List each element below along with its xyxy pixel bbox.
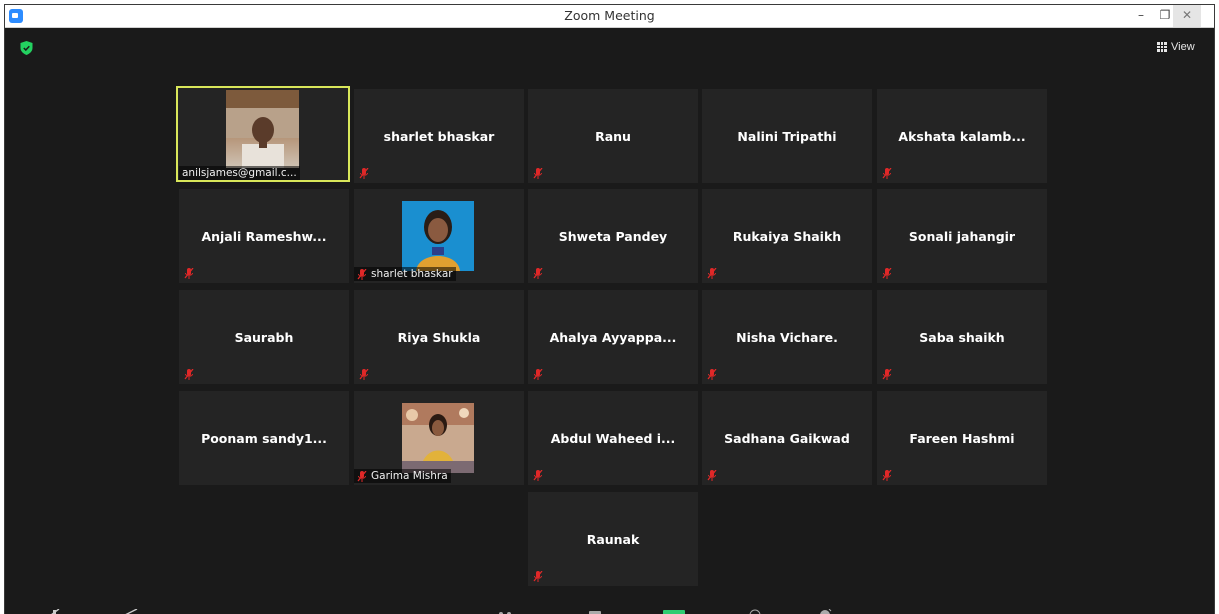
muted-mic-icon xyxy=(882,168,892,179)
record-toolbar-icon[interactable] xyxy=(747,609,763,614)
video-toolbar-icon[interactable] xyxy=(123,609,139,614)
muted-mic-icon xyxy=(357,268,367,280)
participant-name: Rukaiya Shaikh xyxy=(732,229,842,244)
caption-text: anilsjames@gmail.c... xyxy=(182,167,297,179)
reactions-toolbar-icon[interactable] xyxy=(817,609,833,614)
participant-caption: anilsjames@gmail.c... xyxy=(179,166,300,180)
participant-tile[interactable]: Saurabh xyxy=(179,290,349,384)
participant-name: Raunak xyxy=(586,532,640,547)
participant-name: Saurabh xyxy=(234,330,294,345)
participant-video xyxy=(402,403,474,473)
participant-name: Abdul Waheed i... xyxy=(550,431,676,446)
close-button[interactable]: ✕ xyxy=(1173,5,1201,27)
muted-mic-icon xyxy=(533,168,543,179)
participant-name: Poonam sandy1... xyxy=(201,431,327,446)
participant-video xyxy=(402,201,474,271)
participant-tile[interactable]: Fareen Hashmi xyxy=(877,391,1047,485)
caption-text: sharlet bhaskar xyxy=(371,268,453,280)
participant-tile[interactable]: Nalini Tripathi xyxy=(702,89,872,183)
participant-name: Nisha Vichare. xyxy=(736,330,838,345)
participant-name: Ranu xyxy=(595,129,631,144)
title-bar: Zoom Meeting – ❐ ✕ xyxy=(5,5,1214,28)
muted-mic-icon xyxy=(359,168,369,179)
muted-mic-icon xyxy=(882,470,892,481)
window-title: Zoom Meeting xyxy=(564,8,655,23)
participant-tile[interactable]: Sadhana Gaikwad xyxy=(702,391,872,485)
participant-name: Shweta Pandey xyxy=(558,229,668,244)
participant-name: Nalini Tripathi xyxy=(737,129,837,144)
view-button[interactable]: View xyxy=(1157,38,1195,56)
participant-tile[interactable]: Riya Shukla xyxy=(354,290,524,384)
participant-video xyxy=(226,90,299,168)
muted-mic-icon xyxy=(882,369,892,380)
muted-mic-icon xyxy=(357,470,367,482)
participant-name: sharlet bhaskar xyxy=(383,129,495,144)
participant-name: Riya Shukla xyxy=(397,330,481,345)
participant-tile[interactable]: Abdul Waheed i... xyxy=(528,391,698,485)
participant-tile[interactable]: Akshata kalamb... xyxy=(877,89,1047,183)
person-photo xyxy=(402,403,474,473)
muted-mic-icon xyxy=(707,268,717,279)
muted-mic-icon xyxy=(707,470,717,481)
participant-name: Fareen Hashmi xyxy=(909,431,1015,446)
muted-mic-icon xyxy=(707,369,717,380)
chat-toolbar-icon[interactable] xyxy=(587,609,603,614)
caption-text: Garima Mishra xyxy=(371,470,448,482)
participant-caption: sharlet bhaskar xyxy=(354,267,456,281)
participant-tile[interactable]: Shweta Pandey xyxy=(528,189,698,283)
participant-name: Ahalya Ayyappa... xyxy=(549,330,677,345)
participant-name: Saba shaikh xyxy=(919,330,1005,345)
participant-tile[interactable]: Sonali jahangir xyxy=(877,189,1047,283)
muted-mic-icon xyxy=(533,369,543,380)
participant-tile[interactable]: Ahalya Ayyappa... xyxy=(528,290,698,384)
participant-name: Sonali jahangir xyxy=(908,229,1016,244)
participant-tile[interactable]: Saba shaikh xyxy=(877,290,1047,384)
person-photo xyxy=(402,201,474,271)
mute-toolbar-icon[interactable] xyxy=(47,609,63,614)
participant-tile[interactable]: Nisha Vichare. xyxy=(702,290,872,384)
muted-mic-icon xyxy=(359,369,369,380)
minimize-button[interactable]: – xyxy=(1129,5,1153,27)
participant-name: Akshata kalamb... xyxy=(898,129,1026,144)
zoom-window: Zoom Meeting – ❐ ✕ View anilsjames@gmail… xyxy=(4,4,1215,614)
participant-name: Sadhana Gaikwad xyxy=(724,431,850,446)
participant-caption: Garima Mishra xyxy=(354,469,451,483)
muted-mic-icon xyxy=(533,571,543,582)
participant-tile[interactable]: Rukaiya Shaikh xyxy=(702,189,872,283)
participant-name: Anjali Rameshw... xyxy=(201,229,327,244)
muted-mic-icon xyxy=(533,268,543,279)
participant-tile[interactable]: sharlet bhaskar xyxy=(354,189,524,283)
muted-mic-icon xyxy=(184,369,194,380)
participant-tile[interactable]: Anjali Rameshw... xyxy=(179,189,349,283)
participant-tile[interactable]: sharlet bhaskar xyxy=(354,89,524,183)
participant-tile[interactable]: Poonam sandy1... xyxy=(179,391,349,485)
view-label: View xyxy=(1171,41,1195,53)
participant-tile[interactable]: Garima Mishra xyxy=(354,391,524,485)
participant-tile[interactable]: Ranu xyxy=(528,89,698,183)
encryption-shield-icon[interactable] xyxy=(20,41,33,55)
muted-mic-icon xyxy=(533,470,543,481)
participants-toolbar-icon[interactable] xyxy=(497,609,513,614)
share-screen-toolbar-icon[interactable] xyxy=(663,609,685,614)
participant-tile-active-speaker[interactable]: anilsjames@gmail.c... xyxy=(176,86,369,182)
grid-view-icon xyxy=(1157,42,1167,52)
muted-mic-icon xyxy=(882,268,892,279)
person-photo xyxy=(226,90,299,168)
muted-mic-icon xyxy=(184,268,194,279)
participant-tile[interactable]: Raunak xyxy=(528,492,698,586)
